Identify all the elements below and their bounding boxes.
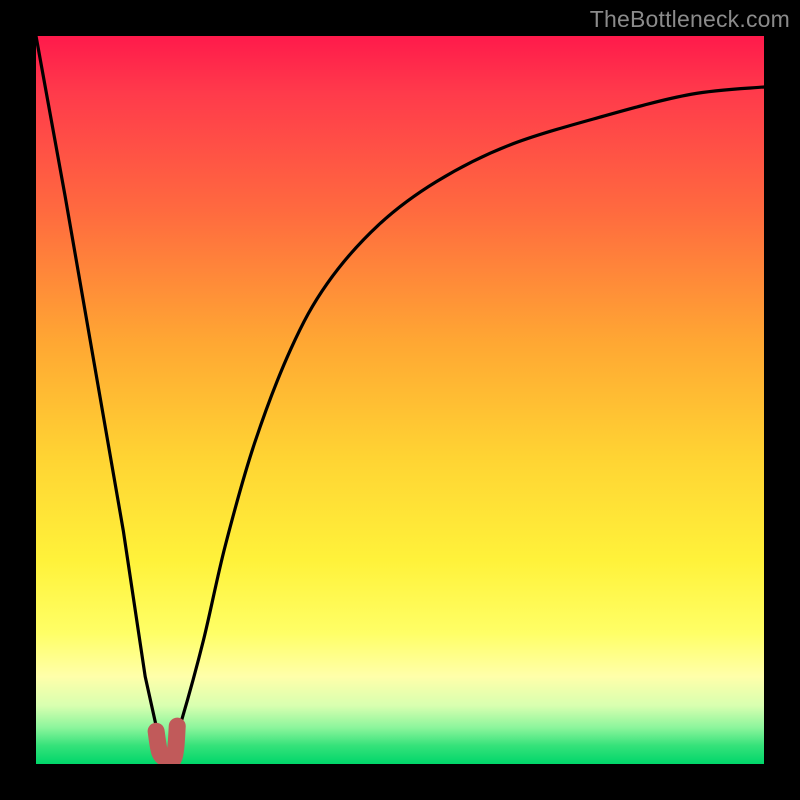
bottom-highlight-line <box>156 726 177 761</box>
right-branch-line <box>167 87 764 764</box>
plot-area <box>36 36 764 764</box>
chart-frame: TheBottleneck.com <box>0 0 800 800</box>
left-branch-line <box>36 36 167 764</box>
curves-layer <box>36 36 764 764</box>
watermark-text: TheBottleneck.com <box>590 6 790 33</box>
